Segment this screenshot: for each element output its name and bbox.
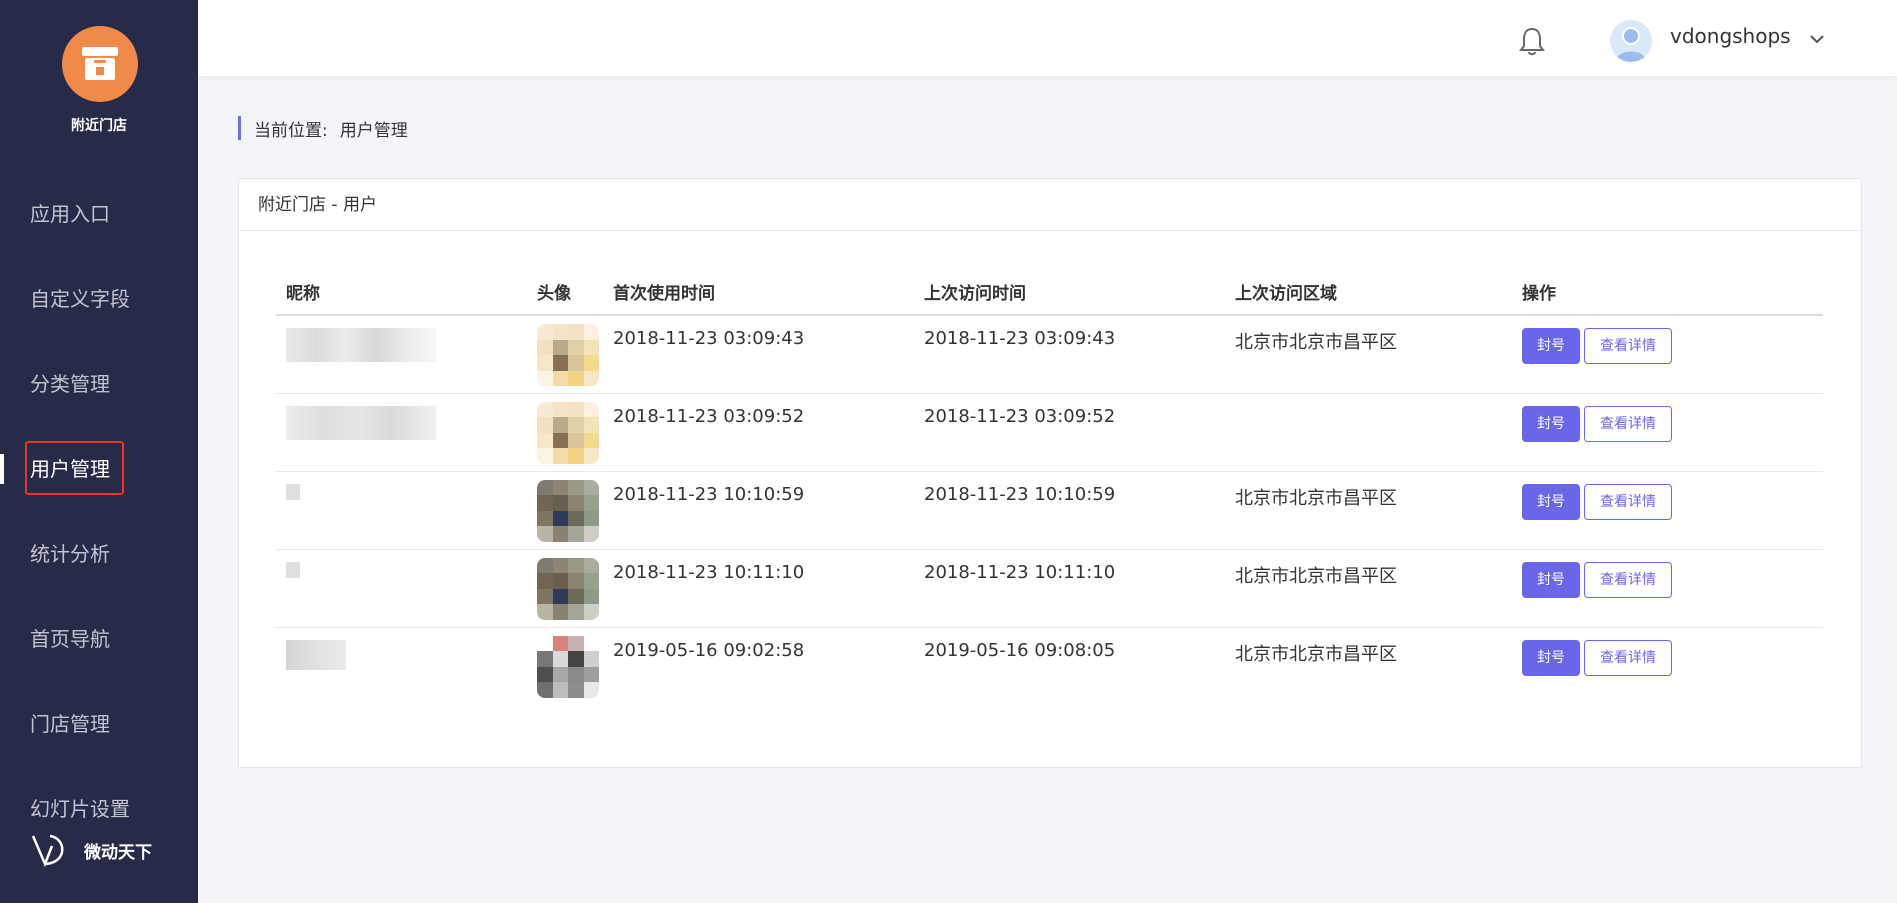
blurred-nickname [286,483,300,500]
first-use-cell: 2018-11-23 10:11:10 [603,549,914,628]
sidebar-item-label: 统计分析 [30,542,110,566]
breadcrumb: 当前位置: 用户管理 [238,116,408,141]
col-nickname: 昵称 [276,269,527,316]
card-title: 附近门店 - 用户 [239,179,1861,231]
selection-highlight [25,441,124,495]
sidebar-item-label: 自定义字段 [30,287,130,311]
actions-cell: 封号 查看详情 [1512,549,1823,628]
table-row: 2019-05-16 09:02:58 2019-05-16 09:08:05 … [276,627,1823,705]
avatar-cell [527,549,603,628]
ban-button[interactable]: 封号 [1522,483,1580,520]
table-header: 昵称 头像 首次使用时间 上次访问时间 上次访问区域 操作 [276,269,1823,316]
view-detail-button[interactable]: 查看详情 [1584,639,1672,676]
table-row: 2018-11-23 03:09:43 2018-11-23 03:09:43 … [276,315,1823,394]
actions-cell: 封号 查看详情 [1512,627,1823,705]
avatar-cell [527,315,603,394]
table-row: 2018-11-23 10:10:59 2018-11-23 10:10:59 … [276,471,1823,550]
sidebar-item-label: 幻灯片设置 [30,797,130,821]
region-cell: 北京市北京市昌平区 [1225,549,1512,628]
col-last-region: 上次访问区域 [1225,269,1512,316]
last-visit-cell: 2018-11-23 10:10:59 [914,471,1225,550]
bell-icon[interactable] [1518,26,1546,56]
chevron-down-icon[interactable] [1808,30,1826,48]
actions-cell: 封号 查看详情 [1512,393,1823,472]
user-icon [1615,27,1647,62]
nickname-cell [276,471,527,550]
region-cell: 北京市北京市昌平区 [1225,471,1512,550]
avatar[interactable] [1610,20,1652,62]
sidebar: 附近门店 应用入口 自定义字段 分类管理 用户管理 统计分析 首页导航 门店管理… [0,0,198,903]
sidebar-item-label: 门店管理 [30,712,110,736]
ban-button[interactable]: 封号 [1522,405,1580,442]
user-table: 昵称 头像 首次使用时间 上次访问时间 上次访问区域 操作 2018-11-23… [276,269,1823,705]
sidebar-item-users[interactable]: 用户管理 [25,441,124,495]
col-actions: 操作 [1512,269,1823,316]
actions-cell: 封号 查看详情 [1512,471,1823,550]
sidebar-item-statistics[interactable]: 统计分析 [30,530,110,578]
table-row: 2018-11-23 10:11:10 2018-11-23 10:11:10 … [276,549,1823,628]
avatar-cell [527,471,603,550]
nickname-cell [276,393,527,472]
last-visit-cell: 2018-11-23 03:09:43 [914,315,1225,394]
brand-logo-icon [31,834,64,868]
username[interactable]: vdongshops [1670,24,1791,48]
actions-cell: 封号 查看详情 [1512,315,1823,394]
region-cell: 北京市北京市昌平区 [1225,315,1512,394]
view-detail-button[interactable]: 查看详情 [1584,328,1672,364]
view-detail-button[interactable]: 查看详情 [1584,483,1672,520]
ban-button[interactable]: 封号 [1522,639,1580,676]
blurred-nickname [286,405,436,440]
breadcrumb-prefix: 当前位置: [254,120,328,141]
sidebar-item-label: 首页导航 [30,627,110,651]
sidebar-item-home-nav[interactable]: 首页导航 [30,615,110,663]
col-first-use: 首次使用时间 [603,269,914,316]
store-icon [82,47,118,80]
first-use-cell: 2019-05-16 09:02:58 [613,639,805,661]
blurred-avatar [537,479,599,542]
region-cell: 北京市北京市昌平区 [1235,643,1397,665]
region-cell [1225,393,1512,472]
blurred-avatar [537,401,599,464]
brand: 微动天下 [30,830,152,870]
table-row: 2018-11-23 03:09:52 2018-11-23 03:09:52 … [276,393,1823,472]
nickname-cell [276,549,527,628]
blurred-avatar [537,635,599,698]
sidebar-item-slides[interactable]: 幻灯片设置 [30,785,130,833]
store-name: 附近门店 [71,118,127,134]
view-detail-button[interactable]: 查看详情 [1584,561,1672,598]
sidebar-item-categories[interactable]: 分类管理 [30,360,110,408]
sidebar-item-label: 应用入口 [30,202,110,226]
view-detail-button[interactable]: 查看详情 [1584,405,1672,442]
blurred-nickname [286,561,300,578]
breadcrumb-current: 用户管理 [339,120,408,141]
first-use-cell: 2018-11-23 03:09:43 [603,315,914,394]
blurred-avatar [537,557,599,620]
ban-button[interactable]: 封号 [1522,328,1580,364]
nickname-cell [276,315,527,394]
sidebar-item-label: 分类管理 [30,372,110,396]
sidebar-item-stores[interactable]: 门店管理 [30,700,110,748]
blurred-nickname [286,639,346,670]
first-use-cell: 2018-11-23 10:10:59 [603,471,914,550]
avatar-cell [527,393,603,472]
col-avatar: 头像 [527,269,603,316]
sidebar-item-custom-fields[interactable]: 自定义字段 [30,275,130,323]
ban-button[interactable]: 封号 [1522,561,1580,598]
col-last-visit: 上次访问时间 [914,269,1225,316]
active-indicator [0,454,4,484]
blurred-avatar [537,324,599,386]
avatar-cell [527,627,603,705]
user-list-card: 附近门店 - 用户 昵称 头像 首次使用时间 上次访问时间 上次访问区域 操作 [238,178,1862,768]
first-use-cell: 2018-11-23 03:09:52 [603,393,914,472]
sidebar-item-app-entry[interactable]: 应用入口 [30,190,110,238]
last-visit-cell: 2018-11-23 03:09:52 [914,393,1225,472]
brand-name: 微动天下 [84,842,152,863]
nickname-cell [276,627,527,705]
last-visit-cell: 2018-11-23 10:11:10 [914,549,1225,628]
store-logo [62,26,138,102]
top-header: vdongshops [198,0,1897,76]
blurred-nickname [286,328,436,362]
last-visit-cell: 2019-05-16 09:08:05 [924,639,1116,661]
